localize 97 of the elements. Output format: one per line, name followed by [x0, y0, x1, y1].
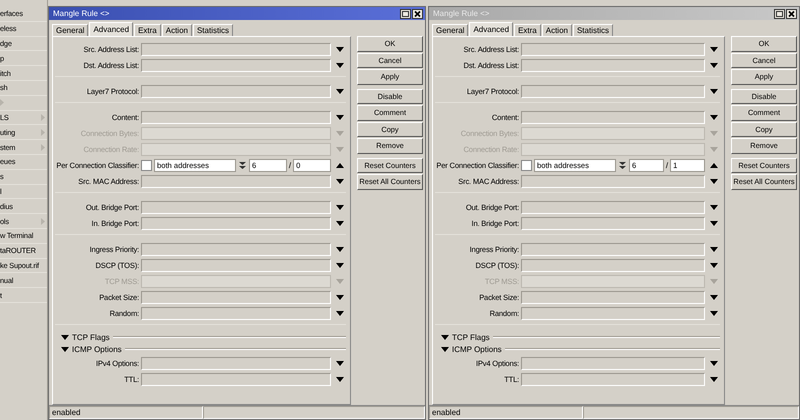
- dropdown-arrow-icon[interactable]: [336, 294, 344, 300]
- input-field[interactable]: [521, 142, 705, 156]
- dropdown-arrow-icon[interactable]: [336, 62, 344, 68]
- dropdown-arrow-icon[interactable]: [710, 88, 718, 94]
- input-field[interactable]: [141, 258, 331, 272]
- input-field[interactable]: [141, 42, 331, 56]
- dropdown-arrow-icon[interactable]: [336, 360, 344, 366]
- tab[interactable]: Advanced: [89, 22, 134, 36]
- input-field[interactable]: [141, 372, 331, 386]
- dropdown-arrow-icon[interactable]: [336, 178, 344, 184]
- input-field[interactable]: [141, 274, 331, 288]
- dropdown-arrow-icon[interactable]: [710, 114, 718, 120]
- spinner-icon[interactable]: [618, 160, 627, 170]
- input-field[interactable]: [521, 372, 705, 386]
- maximize-icon[interactable]: [400, 8, 411, 18]
- input-field[interactable]: [141, 142, 331, 156]
- input-field[interactable]: [521, 306, 705, 320]
- input-field[interactable]: [141, 126, 331, 140]
- dropdown-arrow-icon[interactable]: [710, 204, 718, 210]
- input-field[interactable]: [521, 42, 705, 56]
- input-field[interactable]: [521, 110, 705, 124]
- tab[interactable]: Advanced: [469, 22, 514, 36]
- input-field[interactable]: [521, 216, 705, 230]
- down-arrow-icon[interactable]: [441, 346, 449, 352]
- dropdown-arrow-icon[interactable]: [336, 114, 344, 120]
- dropdown-arrow-icon[interactable]: [710, 360, 718, 366]
- dropdown-arrow-icon[interactable]: [710, 220, 718, 226]
- input-field[interactable]: [141, 216, 331, 230]
- dropdown-arrow-icon[interactable]: [336, 376, 344, 382]
- input-field[interactable]: [521, 274, 705, 288]
- section-label: TCP Flags: [452, 332, 490, 342]
- input-field[interactable]: [521, 290, 705, 304]
- dropdown-arrow-icon[interactable]: [710, 178, 718, 184]
- dropdown-arrow-icon[interactable]: [710, 376, 718, 382]
- tab[interactable]: Action: [542, 24, 572, 36]
- down-arrow-icon[interactable]: [61, 346, 69, 352]
- dropdown-arrow-icon[interactable]: [336, 246, 344, 252]
- dropdown-arrow-icon[interactable]: [710, 46, 718, 52]
- input-field[interactable]: [521, 200, 705, 214]
- input-field[interactable]: [521, 242, 705, 256]
- tab[interactable]: Extra: [134, 24, 161, 36]
- section-header[interactable]: TCP Flags: [55, 331, 346, 343]
- input-field[interactable]: [521, 58, 705, 72]
- up-arrow-icon[interactable]: [710, 162, 718, 168]
- dropdown-arrow-icon[interactable]: [336, 204, 344, 210]
- separator-text: /: [666, 160, 668, 170]
- tab[interactable]: Extra: [514, 24, 541, 36]
- tab[interactable]: General: [432, 24, 468, 36]
- dropdown-arrow-icon[interactable]: [710, 62, 718, 68]
- input-field[interactable]: [141, 84, 331, 98]
- input-field[interactable]: [141, 290, 331, 304]
- section-label: TCP Flags: [72, 332, 110, 342]
- input-field[interactable]: [521, 126, 705, 140]
- checkbox[interactable]: [141, 160, 152, 170]
- dropdown-arrow-icon[interactable]: [710, 294, 718, 300]
- dropdown-arrow-icon[interactable]: [336, 220, 344, 226]
- dropdown-arrow-icon[interactable]: [710, 246, 718, 252]
- close-icon[interactable]: [786, 8, 797, 18]
- tab[interactable]: Action: [162, 24, 192, 36]
- tab[interactable]: General: [52, 24, 88, 36]
- window-title: Mangle Rule <>: [53, 9, 110, 18]
- spinner-icon[interactable]: [238, 160, 247, 170]
- input-field[interactable]: [141, 306, 331, 320]
- input-field[interactable]: [141, 58, 331, 72]
- close-icon[interactable]: [412, 8, 423, 18]
- dropdown-arrow-icon[interactable]: [710, 310, 718, 316]
- up-arrow-icon[interactable]: [336, 162, 344, 168]
- tab[interactable]: Statistics: [572, 24, 613, 36]
- section-label: ICMP Options: [452, 344, 502, 354]
- dropdown-arrow-icon[interactable]: [336, 88, 344, 94]
- input-field[interactable]: [521, 258, 705, 272]
- input-field[interactable]: [521, 84, 705, 98]
- section-header[interactable]: ICMP Options: [55, 343, 346, 355]
- input-field[interactable]: [521, 174, 705, 188]
- maximize-icon[interactable]: [774, 8, 785, 18]
- input-field[interactable]: [521, 356, 705, 370]
- dropdown-arrow-icon[interactable]: [710, 262, 718, 268]
- section-header[interactable]: TCP Flags: [435, 331, 720, 343]
- down-arrow-icon[interactable]: [441, 334, 449, 340]
- down-arrow-icon[interactable]: [61, 334, 69, 340]
- dropdown-arrow-icon[interactable]: [336, 46, 344, 52]
- title-bar[interactable]: Mangle Rule <>: [49, 7, 425, 20]
- checkbox[interactable]: [521, 160, 532, 170]
- dropdown-arrow-icon[interactable]: [336, 262, 344, 268]
- input-field[interactable]: [141, 200, 331, 214]
- section-label: ICMP Options: [72, 344, 122, 354]
- dropdown-arrow-icon[interactable]: [336, 310, 344, 316]
- input-field[interactable]: [141, 174, 331, 188]
- status-text: enabled: [49, 406, 203, 419]
- window-title: Mangle Rule <>: [433, 9, 490, 18]
- tab[interactable]: Statistics: [192, 24, 233, 36]
- input-field[interactable]: [141, 242, 331, 256]
- input-field[interactable]: [141, 356, 331, 370]
- separator-text: /: [288, 160, 292, 170]
- section-header[interactable]: ICMP Options: [435, 343, 720, 355]
- status-text: enabled: [429, 406, 583, 419]
- input-field[interactable]: [141, 110, 331, 124]
